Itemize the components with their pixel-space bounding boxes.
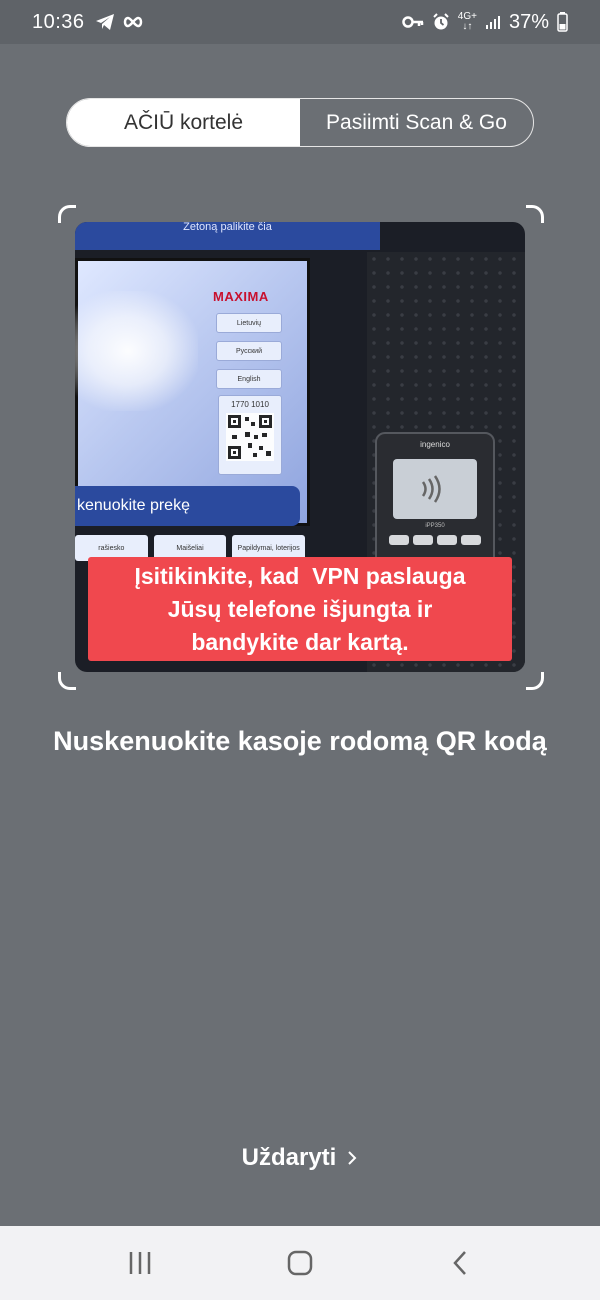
infinity-icon (123, 16, 143, 28)
scan-instruction: Nuskenuokite kasoje rodomą QR kodą (53, 726, 547, 756)
back-icon[interactable] (430, 1238, 490, 1288)
kiosk-qr-number: 1770 1010 (231, 400, 269, 409)
tab-aciu-card[interactable]: AČIŪ kortelė (67, 99, 300, 146)
light-glare (75, 291, 198, 411)
system-navigation-bar (0, 1226, 600, 1300)
signal-icon (485, 14, 501, 30)
kiosk-language-button: Русский (216, 341, 282, 361)
viewfinder-corner (526, 205, 544, 223)
terminal-model: iPP350 (425, 523, 445, 529)
card-type-toggle: AČIŪ kortelė Pasiimti Scan & Go (66, 98, 534, 147)
error-line: Įsitikinkite, kad VPN paslauga (134, 562, 466, 589)
kiosk-qr-panel: 1770 1010 (218, 395, 282, 475)
chevron-right-icon (346, 1145, 358, 1173)
camera-preview: Žetoną palikite čia MAXIMA Lietuvių Русс… (75, 222, 525, 672)
viewfinder-corner (58, 205, 76, 223)
network-type: 4G+ (457, 11, 477, 22)
status-time: 10:36 (32, 10, 85, 33)
kiosk-language-button: Lietuvių (216, 313, 282, 333)
status-bar: 10:36 4G+ ↓↑ 37% (0, 0, 600, 44)
close-button[interactable]: Uždaryti (0, 1144, 600, 1173)
battery-percent: 37% (508, 10, 549, 33)
telegram-icon (95, 13, 115, 31)
terminal-keys (377, 535, 493, 545)
viewfinder-corner (526, 672, 544, 690)
recent-apps-icon[interactable] (110, 1238, 170, 1288)
battery-icon (557, 12, 568, 32)
kiosk-language-button: English (216, 369, 282, 389)
kiosk-header: Žetoną palikite čia (75, 222, 380, 250)
tab-scan-and-go[interactable]: Pasiimti Scan & Go (300, 99, 533, 146)
kiosk-scan-banner: kenuokite prekę (75, 486, 300, 526)
maxima-logo: MAXIMA (213, 289, 269, 304)
terminal-brand: ingenico (420, 440, 450, 449)
vpn-error-banner: Įsitikinkite, kad VPN paslauga Jūsų tele… (88, 557, 512, 661)
home-icon[interactable] (270, 1238, 330, 1288)
network-icon: 4G+ ↓↑ (457, 11, 477, 32)
scanner-viewfinder: Žetoną palikite čia MAXIMA Lietuvių Русс… (58, 205, 544, 690)
close-label: Uždaryti (241, 1144, 337, 1171)
contactless-icon (393, 459, 477, 519)
alarm-icon (432, 13, 450, 31)
error-line: bandykite dar kartą. (191, 628, 409, 655)
qr-code-icon (226, 413, 274, 461)
viewfinder-corner (58, 672, 76, 690)
vpn-key-icon (402, 15, 424, 29)
error-line: Jūsų telefone išjungta ir (167, 595, 433, 622)
